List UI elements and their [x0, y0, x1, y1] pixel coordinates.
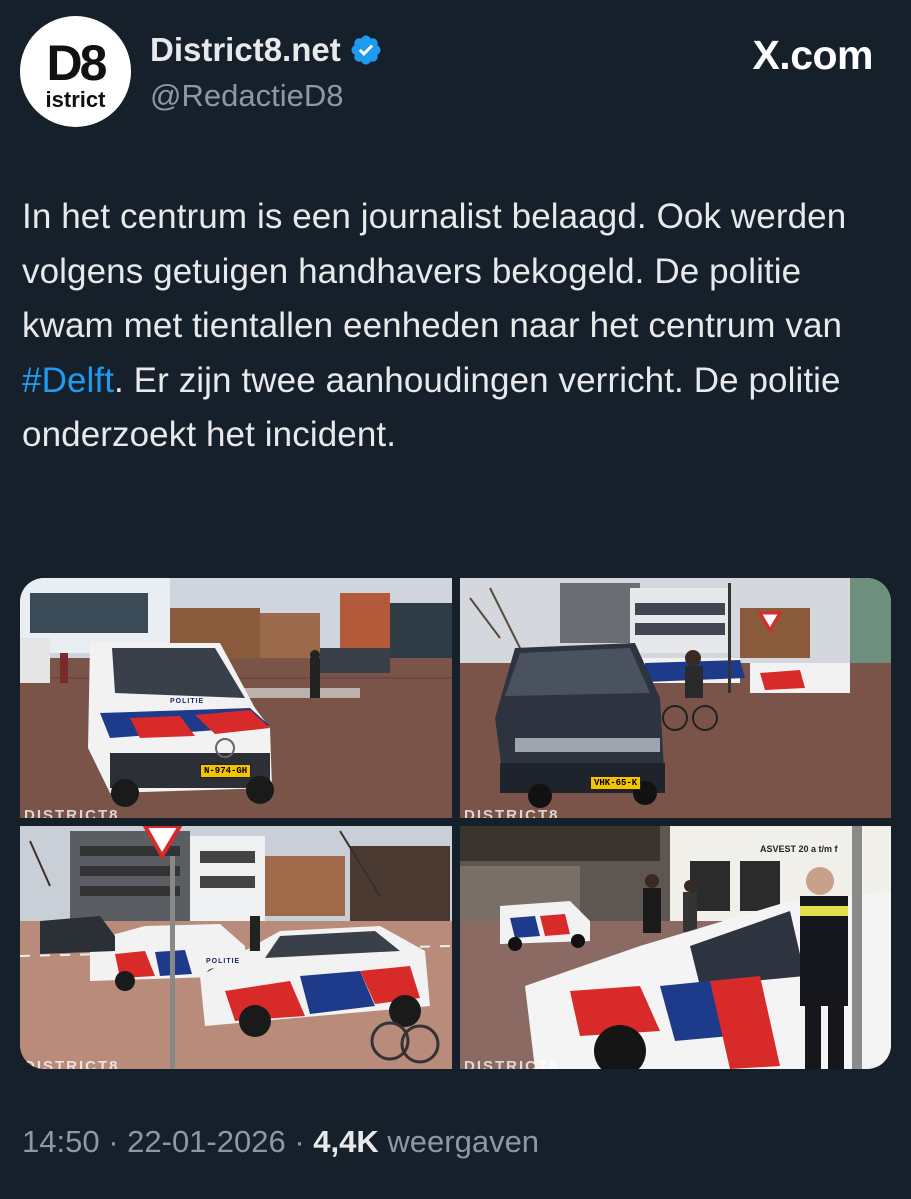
watermark: DISTRICT8 — [464, 1058, 560, 1069]
views-label: weergaven — [387, 1124, 540, 1159]
photo-dark-van[interactable]: VHK-65-K DISTRICT8 — [460, 578, 891, 818]
verified-badge-icon — [349, 33, 383, 67]
photo-officer-car[interactable]: ASVEST 20 a t/m f DISTRICT8 — [460, 826, 891, 1069]
post-date[interactable]: 22-01-2026 — [127, 1124, 286, 1159]
meta-separator: · — [285, 1124, 314, 1159]
watermark: DISTRICT8 — [464, 807, 560, 818]
license-plate: VHK-65-K — [590, 776, 642, 790]
views-count: 4,4K — [313, 1124, 379, 1159]
photo-police-van[interactable]: POLITIE N-974-GH DISTRICT8 — [20, 578, 452, 818]
watermark: DISTRICT8 — [24, 807, 120, 818]
post-meta: 14:50 · 22-01-2026 · 4,4K weergaven — [22, 1124, 539, 1160]
x-com-logo: X.com — [752, 32, 873, 78]
building-sign: ASVEST 20 a t/m f — [760, 844, 838, 854]
watermark: DISTRICT8 — [24, 1058, 120, 1069]
post-time[interactable]: 14:50 — [22, 1124, 100, 1159]
car-politie-text: POLITIE — [206, 958, 241, 965]
van-politie-text: POLITIE — [170, 698, 205, 705]
display-name[interactable]: District8.net — [150, 31, 341, 69]
license-plate: N-974-GH — [200, 764, 252, 778]
avatar-logo-d8: D8 — [46, 35, 108, 91]
avatar-logo-istrict: istrict — [45, 87, 106, 112]
hashtag-delft[interactable]: #Delft — [22, 361, 114, 400]
tweet-text-part-3: . Er zijn twee aanhoudingen verricht. De… — [22, 360, 841, 455]
meta-separator: · — [99, 1124, 128, 1159]
avatar[interactable]: D8 istrict — [20, 16, 131, 127]
author-block: District8.net @RedactieD8 — [150, 28, 383, 114]
post-card: D8 istrict District8.net @RedactieD8 X.c… — [0, 0, 911, 1199]
media-grid: POLITIE N-974-GH DISTRICT8 VHK-65-K DIST… — [20, 578, 891, 1069]
tweet-text: In het centrum is een journalist belaagd… — [22, 190, 892, 463]
tweet-text-part-1: In het centrum is een journalist belaagd… — [22, 197, 847, 345]
display-name-row: District8.net — [150, 28, 383, 72]
handle[interactable]: @RedactieD8 — [150, 78, 383, 114]
photo-police-cars-street[interactable]: POLITIE DISTRICT8 — [20, 826, 452, 1069]
